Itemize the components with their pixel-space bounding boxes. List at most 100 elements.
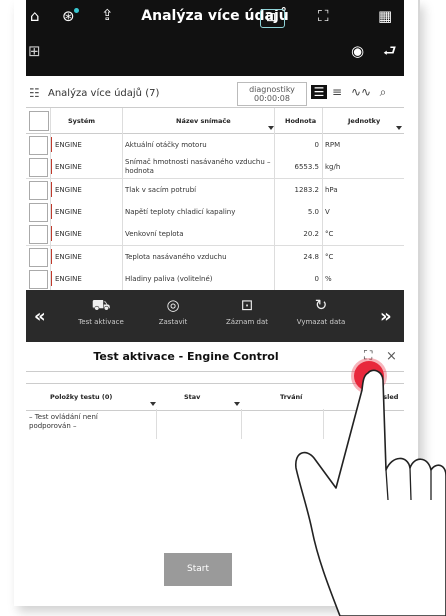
test-activation-button[interactable]: ⛟ Test aktivace (70, 296, 132, 326)
cell-value: 6553.5 (294, 163, 320, 172)
cell-value: 0 (314, 141, 319, 149)
device-frame: ⌂ ⊛ ⇪ Analýza více údajů ⊡ ⛶ ▦ ⊞ ◉ ⮐ ☷ A… (14, 0, 420, 606)
cell-name: Snímač hmotnosti nasávaného vzduchu – ho… (125, 158, 271, 176)
col-test-items[interactable]: Položky testu (0) (50, 393, 112, 401)
col-state[interactable]: Stav (184, 393, 200, 401)
table-row[interactable]: ENGINE Tlak v sacím potrubí 1283.2 hPa (26, 178, 404, 202)
cell-value: 1283.2 (294, 185, 320, 194)
cell-value: 0 (314, 274, 319, 283)
action-bar: « ⛟ Test aktivace ◎ Zastavit ⊡ Záznam da… (26, 290, 404, 342)
col-unit[interactable]: Jednotky (348, 117, 380, 125)
grid-line (323, 409, 324, 439)
cell-unit: kg/h (325, 163, 341, 172)
sort-icon (150, 402, 156, 406)
stop-button[interactable]: ◎ Zastavit (142, 296, 204, 326)
scroll-left-button[interactable]: « (34, 306, 46, 327)
cell-unit: V (325, 207, 330, 216)
col-system[interactable]: Systém (68, 117, 95, 125)
cell-unit: °C (325, 230, 334, 239)
record-label: Záznam dat (225, 318, 268, 326)
status-line-2: 00:00:08 (254, 94, 290, 103)
cell-system: ENGINE (55, 185, 82, 194)
record-icon: ⊡ (240, 296, 254, 314)
cell-name: Napětí teploty chladicí kapaliny (125, 207, 236, 216)
row-checkbox[interactable] (29, 136, 48, 155)
cell-name: Hladiny paliva (volitelné) (125, 274, 213, 283)
cell-unit: % (325, 274, 332, 283)
grid-line (241, 409, 242, 439)
table-row[interactable]: ENGINE Teplota nasávaného vzduchu 24.8 °C (26, 245, 404, 269)
cell-system: ENGINE (55, 207, 82, 216)
fullscreen-icon[interactable]: ⛶ (318, 9, 329, 24)
row-checkbox[interactable] (29, 202, 48, 222)
grid-line (156, 409, 157, 439)
page-title: Analýza více údajů (141, 8, 289, 24)
row-checkbox[interactable] (29, 180, 48, 200)
cell-system: ENGINE (55, 252, 82, 261)
cell-system: ENGINE (55, 274, 82, 283)
test-activation-label: Test aktivace (78, 318, 124, 326)
col-value[interactable]: Hodnota (285, 117, 316, 125)
car-scan-icon[interactable]: ⊞ (28, 44, 41, 59)
close-icon[interactable]: × (386, 349, 397, 364)
row-checkbox[interactable] (29, 247, 48, 267)
compare-icon[interactable]: ☷ (29, 86, 40, 100)
list-view-icon[interactable]: ☰ (311, 85, 327, 99)
diag-icon[interactable]: ⊡ (260, 9, 285, 28)
screen: ⌂ ⊛ ⇪ Analýza více údajů ⊡ ⛶ ▦ ⊞ ◉ ⮐ ☷ A… (26, 0, 404, 606)
table-row[interactable]: ENGINE Venkovní teplota 20.2 °C (26, 223, 404, 247)
cell-system: ENGINE (55, 230, 82, 239)
text-view-icon[interactable]: ≡ (329, 85, 345, 99)
search-icon[interactable]: ⌕ (375, 85, 391, 99)
col-result[interactable]: Výsled (374, 393, 398, 401)
sort-icon (234, 402, 240, 406)
scroll-right-button[interactable]: » (380, 306, 392, 327)
sub-header: ☷ Analýza více údajů (7) diagnostiky 00:… (26, 80, 404, 108)
table-row[interactable]: ENGINE Snímač hmotnosti nasávaného vzduch… (26, 156, 404, 180)
refresh-icon: ↻ (314, 296, 328, 314)
graph-view-icon[interactable]: ∿∿ (351, 85, 371, 99)
stop-icon: ◎ (166, 296, 180, 314)
top-bar: ⌂ ⊛ ⇪ Analýza více údajů ⊡ ⛶ ▦ ⊞ ◉ ⮐ (26, 0, 404, 76)
cell-system: ENGINE (55, 141, 82, 149)
status-line-1: diagnostiky (249, 85, 295, 94)
cell-system: ENGINE (55, 163, 82, 172)
grid-line (274, 108, 275, 290)
wave-icon[interactable]: ◉ (351, 44, 364, 59)
section-label: Analýza více údajů (7) (48, 88, 160, 99)
panel-title: Test aktivace - Engine Control (93, 350, 279, 363)
touch-indicator (354, 361, 384, 391)
sort-icon (396, 126, 402, 130)
cell-name: Aktuální otáčky motoru (125, 141, 207, 149)
exit-icon[interactable]: ⮐ (383, 44, 397, 59)
cell-name: Venkovní teplota (125, 230, 184, 239)
clear-label: Vymazat data (296, 318, 346, 326)
cell-value: 5.0 (307, 207, 319, 216)
clear-data-button[interactable]: ↻ Vymazat data (290, 296, 352, 326)
table-row[interactable]: ENGINE Aktuální otáčky motoru 0 RPM (26, 134, 404, 157)
row-checkbox[interactable] (29, 269, 48, 289)
cell-unit: RPM (325, 141, 341, 149)
grid-icon[interactable]: ▦ (378, 9, 392, 24)
grid-line (322, 108, 323, 290)
cell-name: Tlak v sacím potrubí (125, 185, 197, 194)
col-duration[interactable]: Trvání (280, 393, 302, 401)
divider (26, 371, 404, 372)
cell-unit: °C (325, 252, 334, 261)
table-row[interactable]: ENGINE Hladiny paliva (volitelné) 0% (26, 267, 404, 291)
stop-label: Zastavit (158, 318, 188, 326)
col-name[interactable]: Název snímače (176, 117, 231, 125)
grid-line (50, 108, 51, 290)
grid-line (122, 108, 123, 290)
test-activation-panel: Test aktivace - Engine Control ⛶ × Polož… (26, 342, 404, 606)
select-all-checkbox[interactable] (29, 111, 49, 131)
table-row[interactable]: ENGINE Napětí teploty chladicí kapaliny 5.… (26, 200, 404, 224)
record-data-button[interactable]: ⊡ Záznam dat (216, 296, 278, 326)
start-button[interactable]: Start (164, 553, 232, 586)
cell-unit: hPa (325, 185, 338, 194)
table-header: Systém Název snímače Hodnota Jednotky (26, 108, 404, 134)
empty-message: – Test ovládání není podporován – (29, 413, 98, 430)
cell-value: 24.8 (303, 252, 319, 261)
row-checkbox[interactable] (29, 225, 48, 245)
row-checkbox[interactable] (29, 158, 48, 178)
